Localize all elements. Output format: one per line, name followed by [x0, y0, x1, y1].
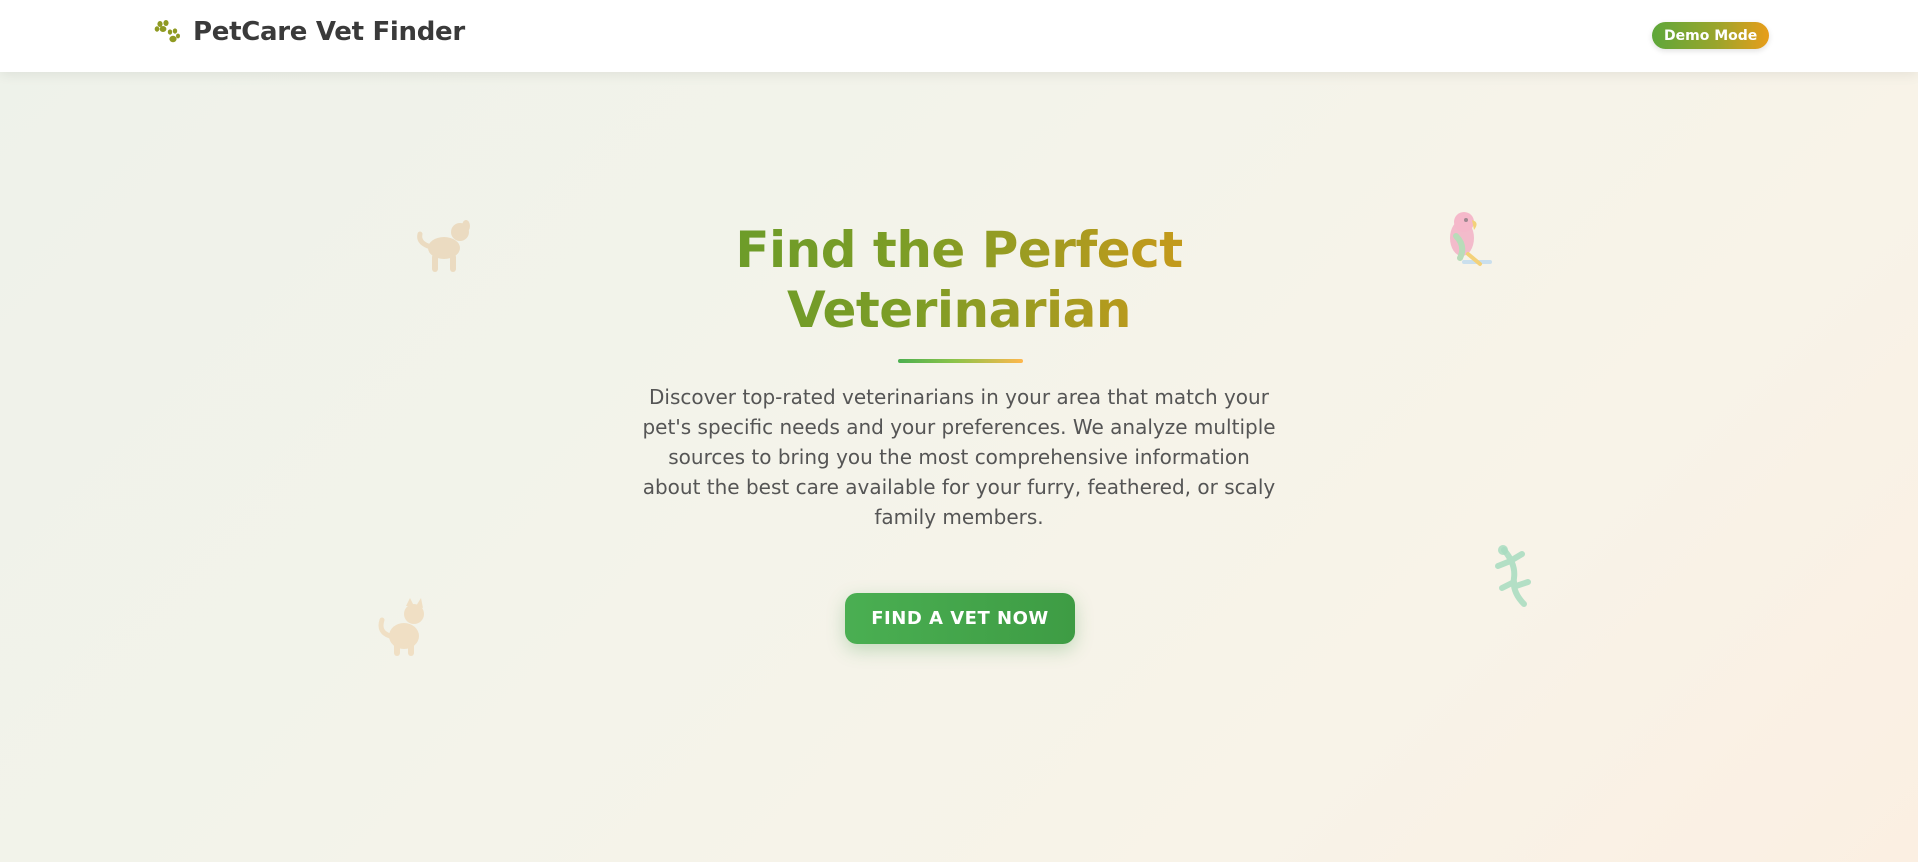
brand-title: PetCare Vet Finder — [193, 17, 465, 47]
parrot-icon — [1440, 206, 1496, 279]
hero-title-line2: Veterinarian — [787, 281, 1131, 339]
paw-icon — [153, 18, 181, 46]
hero-description: Discover top-rated veterinarians in your… — [642, 385, 1276, 529]
find-a-vet-button[interactable]: FIND A VET NOW — [845, 593, 1075, 644]
brand[interactable]: PetCare Vet Finder — [153, 17, 465, 47]
demo-mode-badge: Demo Mode — [1652, 22, 1770, 49]
dog-icon — [414, 216, 480, 283]
hero-section: Find the Perfect Veterinarian Discover t… — [0, 72, 1918, 862]
cat-icon — [370, 596, 438, 667]
lizard-icon — [1490, 542, 1542, 617]
title-divider — [898, 359, 1023, 363]
hero-title-line1: Find the Perfect — [735, 221, 1183, 279]
top-navbar: PetCare Vet Finder Demo Mode — [0, 0, 1918, 72]
hero-title: Find the Perfect Veterinarian — [559, 220, 1359, 340]
